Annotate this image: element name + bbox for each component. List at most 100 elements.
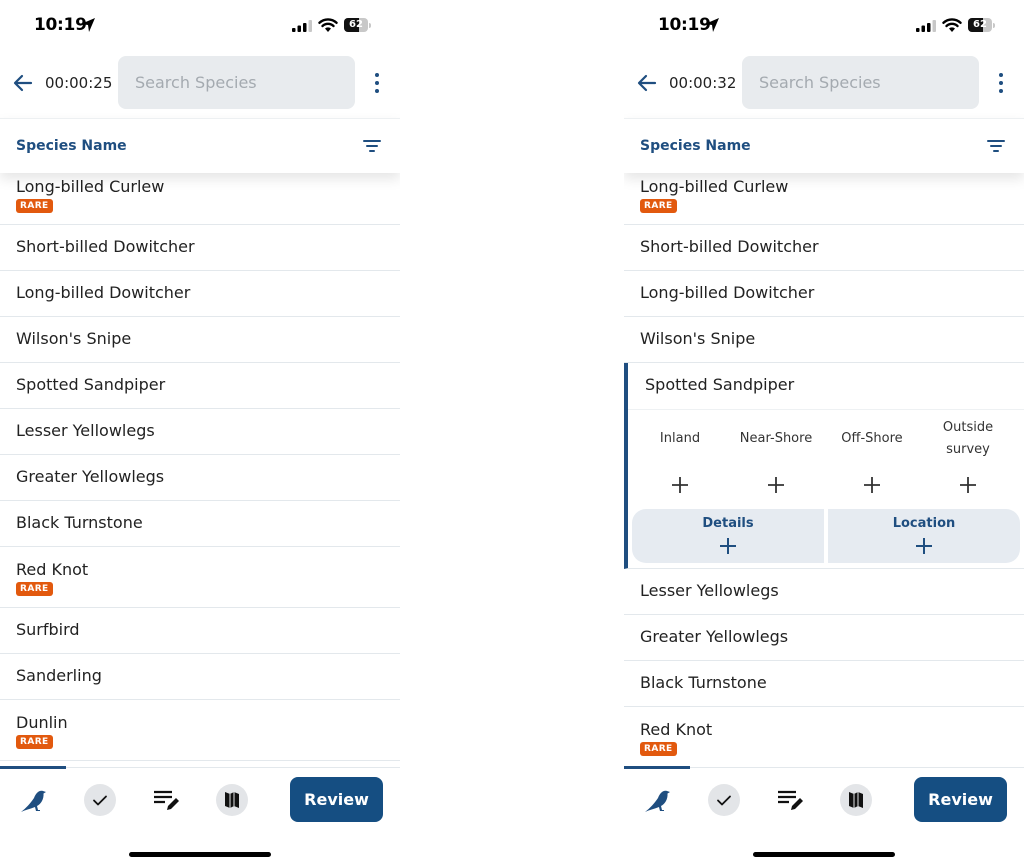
species-row[interactable]: Black Turnstone bbox=[624, 661, 1024, 707]
cellular-signal-icon bbox=[292, 20, 312, 32]
map-tab[interactable] bbox=[840, 784, 872, 816]
species-name: Red Knot bbox=[640, 720, 713, 739]
bird-species-tab-icon[interactable] bbox=[18, 784, 50, 816]
expanded-species-row: Spotted Sandpiper Inland Near-Shore Off-Sh… bbox=[624, 363, 1024, 569]
species-row[interactable]: Wilson's Snipe bbox=[0, 317, 400, 363]
location-button[interactable]: Location bbox=[828, 509, 1020, 563]
category-label: Inland bbox=[659, 431, 701, 446]
plus-icon bbox=[864, 477, 880, 493]
location-label: Location bbox=[892, 516, 956, 531]
bottom-navigation: Review bbox=[624, 766, 1024, 864]
battery-icon: 62 bbox=[344, 18, 372, 33]
species-name: Greater Yellowlegs bbox=[640, 627, 789, 646]
species-row[interactable]: Black Turnstone bbox=[0, 501, 400, 547]
battery-icon: 62 bbox=[968, 18, 996, 33]
species-list: Long-billed Curlew RARE Short-billed Dowit… bbox=[0, 173, 400, 761]
checkmark-icon bbox=[93, 795, 107, 806]
filter-icon[interactable] bbox=[987, 139, 1005, 153]
status-time: 10:19 bbox=[658, 15, 711, 35]
species-row[interactable]: Spotted Sandpiper bbox=[0, 363, 400, 409]
species-name: Long-billed Dowitcher bbox=[16, 283, 191, 302]
species-row[interactable]: Dunlin RARE bbox=[0, 700, 400, 761]
divider bbox=[628, 409, 1024, 410]
map-tab[interactable] bbox=[216, 784, 248, 816]
app-bar: 00:00:32 bbox=[624, 52, 1024, 116]
session-timer: 00:00:32 bbox=[669, 74, 737, 92]
checkmark-icon bbox=[717, 795, 731, 806]
search-species-input[interactable] bbox=[742, 56, 979, 109]
back-arrow-icon[interactable] bbox=[12, 72, 34, 94]
species-row[interactable]: Long-billed Dowitcher bbox=[0, 271, 400, 317]
species-name: Spotted Sandpiper bbox=[16, 375, 166, 394]
active-tab-indicator bbox=[624, 766, 690, 769]
wifi-icon bbox=[318, 18, 338, 32]
details-label: Details bbox=[702, 516, 754, 531]
status-time: 10:19 bbox=[34, 15, 87, 35]
species-row[interactable]: Greater Yellowlegs bbox=[0, 455, 400, 501]
plus-icon bbox=[960, 477, 976, 493]
species-list-screen: 10:19 62 00:00:25 Species Name Long-bill… bbox=[0, 0, 400, 864]
species-name: Sanderling bbox=[16, 666, 102, 685]
species-name-column-header[interactable]: Species Name bbox=[640, 138, 751, 154]
species-name: Black Turnstone bbox=[16, 513, 143, 532]
more-options-icon[interactable] bbox=[994, 72, 1008, 94]
species-name-column-header[interactable]: Species Name bbox=[16, 138, 127, 154]
rare-badge: RARE bbox=[16, 735, 53, 749]
map-icon bbox=[849, 792, 863, 808]
status-bar: 10:19 62 bbox=[624, 0, 1024, 52]
plus-icon bbox=[672, 477, 688, 493]
species-name: Lesser Yellowlegs bbox=[16, 421, 155, 440]
wifi-icon bbox=[942, 18, 962, 32]
category-label: Near-Shore bbox=[739, 431, 813, 446]
app-bar: 00:00:25 bbox=[0, 52, 400, 116]
species-list: Long-billed Curlew RARE Short-billed Dowit… bbox=[624, 173, 1024, 768]
species-name: Long-billed Dowitcher bbox=[640, 283, 815, 302]
search-species-input[interactable] bbox=[118, 56, 355, 109]
back-arrow-icon[interactable] bbox=[636, 72, 658, 94]
species-row[interactable]: Red Knot RARE bbox=[624, 707, 1024, 768]
list-header: Species Name bbox=[0, 118, 400, 173]
species-row[interactable]: Long-billed Dowitcher bbox=[624, 271, 1024, 317]
active-tab-indicator bbox=[0, 766, 66, 769]
checklist-tab[interactable] bbox=[84, 784, 116, 816]
species-row[interactable]: Short-billed Dowitcher bbox=[0, 225, 400, 271]
species-row[interactable]: Lesser Yellowlegs bbox=[0, 409, 400, 455]
species-row[interactable]: Wilson's Snipe bbox=[624, 317, 1024, 363]
checklist-tab[interactable] bbox=[708, 784, 740, 816]
review-button[interactable]: Review bbox=[290, 777, 383, 822]
review-button[interactable]: Review bbox=[914, 777, 1007, 822]
species-name: Greater Yellowlegs bbox=[16, 467, 165, 486]
rare-badge: RARE bbox=[640, 199, 677, 213]
species-name: Black Turnstone bbox=[640, 673, 767, 692]
category-label: Outside survey bbox=[942, 420, 994, 457]
species-row[interactable]: Long-billed Curlew RARE bbox=[624, 173, 1024, 225]
plus-icon bbox=[720, 538, 736, 554]
location-arrow-icon bbox=[81, 18, 95, 32]
notes-edit-tab-icon[interactable] bbox=[775, 784, 807, 816]
map-icon bbox=[225, 792, 239, 808]
bottom-navigation: Review bbox=[0, 766, 400, 864]
plus-icon bbox=[916, 538, 932, 554]
species-name: Long-billed Curlew bbox=[640, 177, 789, 196]
more-options-icon[interactable] bbox=[370, 72, 384, 94]
species-row[interactable]: Lesser Yellowlegs bbox=[624, 569, 1024, 615]
battery-percent: 62 bbox=[973, 19, 987, 30]
rare-badge: RARE bbox=[640, 742, 677, 756]
cellular-signal-icon bbox=[916, 20, 936, 32]
battery-percent: 62 bbox=[349, 19, 363, 30]
species-row[interactable]: Long-billed Curlew RARE bbox=[0, 173, 400, 225]
species-row[interactable]: Greater Yellowlegs bbox=[624, 615, 1024, 661]
notes-edit-tab-icon[interactable] bbox=[151, 784, 183, 816]
species-name: Wilson's Snipe bbox=[16, 329, 132, 348]
species-row[interactable]: Red Knot RARE bbox=[0, 547, 400, 608]
rare-badge: RARE bbox=[16, 199, 53, 213]
species-name[interactable]: Spotted Sandpiper bbox=[645, 375, 794, 394]
bird-species-tab-icon[interactable] bbox=[642, 784, 674, 816]
species-row[interactable]: Short-billed Dowitcher bbox=[624, 225, 1024, 271]
plus-icon bbox=[768, 477, 784, 493]
species-row[interactable]: Sanderling bbox=[0, 654, 400, 700]
species-row[interactable]: Surfbird bbox=[0, 608, 400, 654]
home-indicator bbox=[753, 852, 895, 857]
filter-icon[interactable] bbox=[363, 139, 381, 153]
details-button[interactable]: Details bbox=[632, 509, 824, 563]
